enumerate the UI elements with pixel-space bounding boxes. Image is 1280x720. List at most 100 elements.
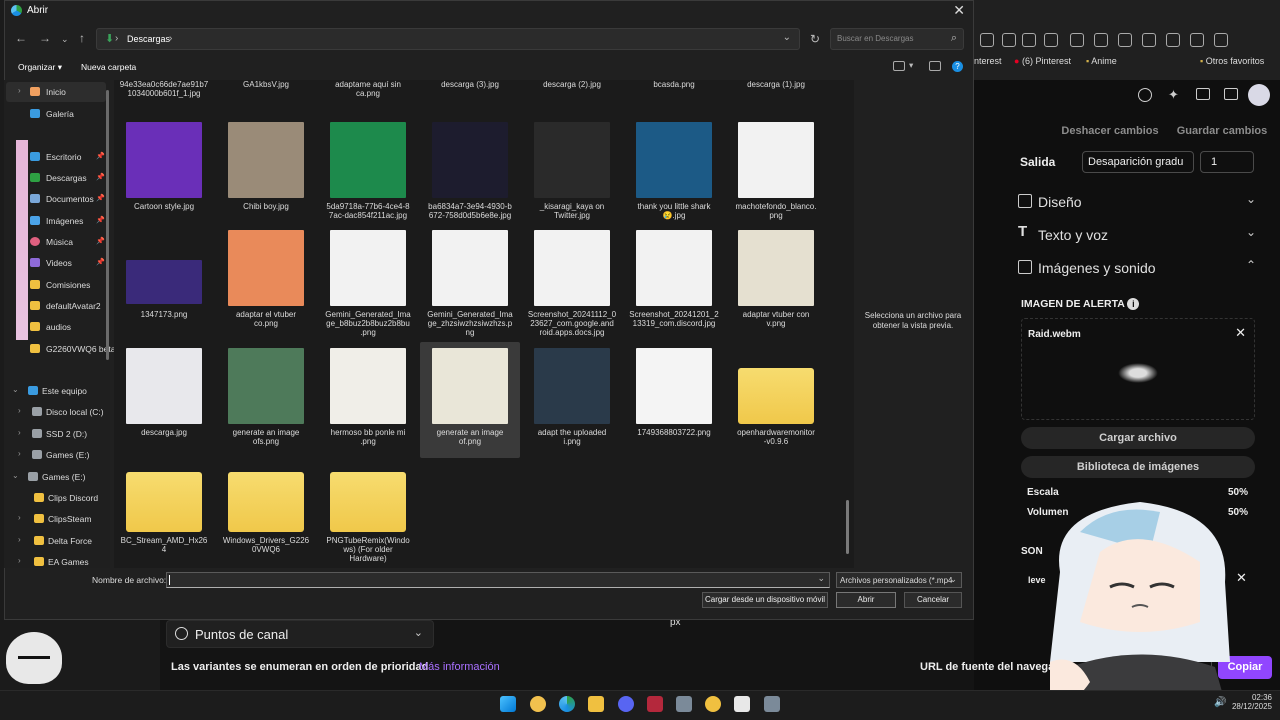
- file-item[interactable]: hermoso bb ponle mi .png: [318, 342, 418, 458]
- sidebar-item-ea-games[interactable]: › EA Games: [4, 552, 110, 572]
- back-icon[interactable]: ←: [15, 31, 27, 45]
- file-item[interactable]: 1347173.png: [114, 224, 214, 340]
- file-explorer-icon[interactable]: [588, 696, 604, 712]
- pin-icon[interactable]: 📌: [96, 237, 105, 245]
- extension-icon[interactable]: [1044, 33, 1058, 47]
- file-item[interactable]: Cartoon style.jpg: [114, 116, 214, 232]
- file-item[interactable]: descarga (2).jpg: [522, 80, 622, 110]
- folder-item[interactable]: PNGTubeRemix(Windo ws) (For older Hardware…: [318, 458, 418, 566]
- volume-icon[interactable]: 🔊: [1214, 697, 1226, 708]
- info-icon[interactable]: i: [1127, 298, 1140, 310]
- avatar[interactable]: [1248, 84, 1270, 106]
- settings-icon[interactable]: [1118, 33, 1132, 47]
- search-input[interactable]: Buscar en Descargas ⌕: [830, 28, 964, 50]
- undo-button[interactable]: Deshacer cambios: [1052, 120, 1168, 142]
- file-item[interactable]: 5da9718a-77b6-4ce4-8 7ac-dac854f211ac.jpg: [318, 116, 418, 232]
- sidebar-item-gallery[interactable]: Galería: [4, 104, 110, 124]
- discord-icon[interactable]: [618, 696, 634, 712]
- file-item[interactable]: descarga.jpg: [114, 342, 214, 458]
- section-design[interactable]: Diseño ⌄: [1010, 188, 1270, 218]
- file-item[interactable]: adaptame aquí sin ca.png: [318, 80, 418, 110]
- forward-icon[interactable]: →: [39, 31, 51, 45]
- close-icon[interactable]: ✕: [953, 2, 965, 19]
- image-library-button[interactable]: Biblioteca de imágenes: [1021, 456, 1255, 478]
- file-item[interactable]: adaptar el vtuber co.png: [216, 224, 316, 340]
- app-icon[interactable]: [764, 696, 780, 712]
- file-item[interactable]: bcasda.png: [624, 80, 724, 110]
- folder-item[interactable]: BC_Stream_AMD_Hx26 4: [114, 458, 214, 566]
- chevron-down-icon[interactable]: ▾: [909, 60, 913, 71]
- file-item[interactable]: _kisaragi_kaya on Twitter.jpg: [522, 116, 622, 232]
- file-item[interactable]: generate an image of.png: [420, 342, 520, 458]
- breadcrumb[interactable]: Descargas: [127, 34, 170, 44]
- help-icon[interactable]: [1138, 88, 1152, 102]
- section-images-sound[interactable]: Imágenes y sonido ⌃: [1010, 254, 1270, 284]
- salida-select[interactable]: Desaparición gradu: [1082, 151, 1194, 173]
- recent-locations-icon[interactable]: ⌄: [61, 34, 69, 45]
- file-item[interactable]: adapt the uploaded i.png: [522, 342, 622, 458]
- save-button[interactable]: Guardar cambios: [1172, 120, 1272, 142]
- view-options-icon[interactable]: [893, 61, 905, 71]
- edge-icon[interactable]: [559, 696, 575, 712]
- folder-item[interactable]: Windows_Drivers_G226 0VWQ6: [216, 458, 316, 566]
- chevron-down-icon[interactable]: ⌄: [817, 573, 825, 584]
- taskbar-clock[interactable]: 02:36 28/12/2025: [1228, 693, 1272, 711]
- close-icon[interactable]: ✕: [1235, 325, 1246, 341]
- file-item[interactable]: adaptar vtuber con v.png: [726, 224, 826, 340]
- sidebar-item-drive-c[interactable]: › Disco local (C:): [4, 402, 110, 422]
- store-icon[interactable]: [734, 696, 750, 712]
- file-item[interactable]: descarga (3).jpg: [420, 80, 520, 110]
- bookmark-anime[interactable]: ▪ Anime: [1086, 56, 1117, 72]
- chat-icon[interactable]: [1224, 88, 1238, 100]
- search-icon[interactable]: [1002, 33, 1016, 47]
- refresh-icon[interactable]: ↻: [804, 28, 826, 50]
- file-item[interactable]: Gemini_Generated_Ima ge_b8buz2b8buz2b8bu.…: [318, 224, 418, 340]
- file-item[interactable]: 1749368803722.png: [624, 342, 724, 458]
- app-icon[interactable]: [647, 696, 663, 712]
- extension-icon[interactable]: [1070, 33, 1084, 47]
- windows-start-icon[interactable]: [500, 696, 516, 712]
- star-icon[interactable]: [1022, 33, 1036, 47]
- file-item[interactable]: thank you little shark 😢.jpg: [624, 116, 724, 232]
- steam-icon[interactable]: [676, 696, 692, 712]
- file-item[interactable]: Screenshot_20241112_0 23627_com.google.an…: [522, 224, 622, 340]
- file-item[interactable]: Gemini_Generated_Ima ge_zhzsiwzhzsiwzhzs.…: [420, 224, 520, 340]
- bookmark-pinterest[interactable]: nterest: [974, 56, 1002, 72]
- pin-icon[interactable]: 📌: [96, 152, 105, 160]
- preview-pane-icon[interactable]: [929, 61, 941, 71]
- open-button[interactable]: Abrir: [836, 592, 896, 608]
- pin-icon[interactable]: 📌: [96, 216, 105, 224]
- channel-points-section[interactable]: Puntos de canal ⌄: [166, 620, 434, 648]
- key-icon[interactable]: [980, 33, 994, 47]
- pin-icon[interactable]: 📌: [96, 258, 105, 266]
- file-item[interactable]: Chibi boy.jpg: [216, 116, 316, 232]
- file-item[interactable]: descarga (1).jpg: [726, 80, 826, 110]
- bookmark-pinterest-6[interactable]: ● (6) Pinterest: [1014, 56, 1071, 72]
- chevron-down-icon[interactable]: ⌄: [783, 32, 791, 43]
- apps-icon[interactable]: [1190, 33, 1204, 47]
- mail-icon[interactable]: [1196, 88, 1210, 100]
- bookmark-others[interactable]: ▪ Otros favoritos: [1200, 56, 1264, 72]
- collections-icon[interactable]: [1166, 33, 1180, 47]
- load-from-mobile-button[interactable]: Cargar desde un dispositivo móvil: [702, 592, 828, 608]
- folder-item[interactable]: openhardwaremonitor -v0.9.6: [726, 342, 826, 458]
- pin-icon[interactable]: 📌: [96, 194, 105, 202]
- up-icon[interactable]: ↑: [79, 31, 85, 45]
- sidebar-item-delta-force[interactable]: › Delta Force: [4, 531, 110, 551]
- file-item[interactable]: Screenshot_20241201_2 13319_com.discord.j…: [624, 224, 724, 340]
- puzzle-icon[interactable]: [1094, 33, 1108, 47]
- sidebar-item-g2260vwq6[interactable]: G2260VWQ6 beta: [4, 339, 115, 359]
- filename-input[interactable]: ⌄: [166, 572, 830, 588]
- sidebar-item-clips-steam[interactable]: › ClipsSteam: [4, 509, 110, 529]
- alert-image-dropzone[interactable]: Raid.webm ✕: [1021, 318, 1255, 420]
- sidebar-item-home[interactable]: › Inicio: [4, 82, 110, 102]
- sparkle-icon[interactable]: ✦: [1168, 88, 1182, 102]
- cancel-button[interactable]: Cancelar: [904, 592, 962, 608]
- pin-icon[interactable]: 📌: [96, 173, 105, 181]
- sidebar-item-drive-e[interactable]: › Games (E:): [4, 445, 110, 465]
- more-info-link[interactable]: Más información: [419, 661, 500, 673]
- file-item[interactable]: generate an image ofs.png: [216, 342, 316, 458]
- app-icon[interactable]: [530, 696, 546, 712]
- sidebar-item-games-e[interactable]: ⌄ Games (E:): [4, 467, 110, 487]
- new-folder-button[interactable]: Nueva carpeta: [81, 62, 136, 72]
